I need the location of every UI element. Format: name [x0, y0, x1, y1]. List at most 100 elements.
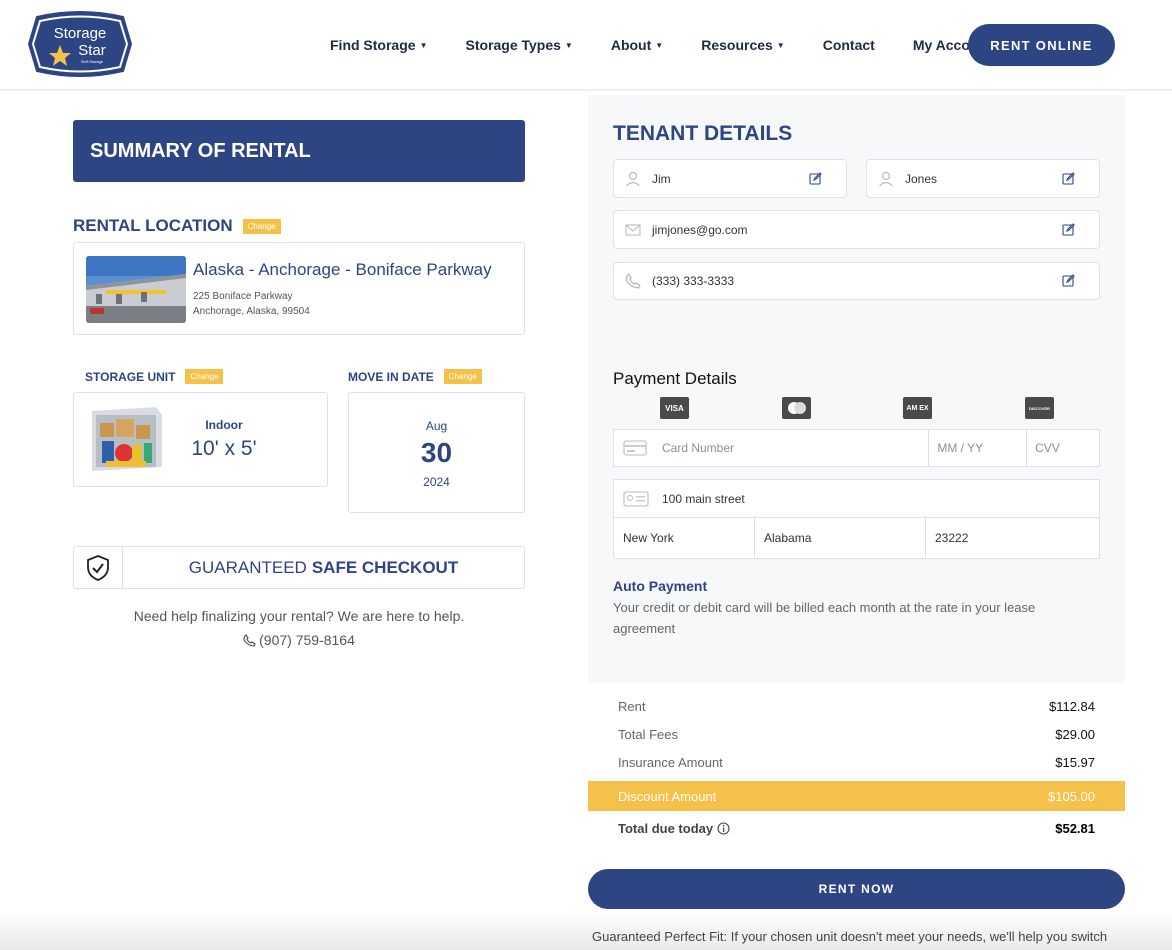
- city-state-zip-row: New York Alabama 23222: [613, 517, 1100, 559]
- discover-icon: DISCOVER: [1025, 397, 1054, 419]
- storage-star-logo[interactable]: Storage Star Self-Storage: [27, 11, 133, 78]
- fees-label: Total Fees: [618, 726, 678, 742]
- expiry-placeholder: MM / YY: [937, 441, 984, 455]
- rent-now-button[interactable]: RENT NOW: [588, 869, 1125, 909]
- rent-label: Rent: [618, 698, 646, 714]
- safe-checkout-text: GUARANTEED SAFE CHECKOUT: [188, 557, 459, 577]
- nav-resources[interactable]: Resources ▼: [701, 37, 785, 53]
- phone-field[interactable]: (333) 333-3333: [613, 262, 1100, 300]
- move-in-date-heading: MOVE IN DATE Change: [348, 369, 482, 384]
- first-name-field[interactable]: Jim: [613, 159, 847, 198]
- storage-unit-card: Indoor 10' x 5': [73, 392, 328, 487]
- total-label: Total due today: [618, 821, 730, 836]
- move-in-date-card: Aug 30 2024: [348, 392, 525, 513]
- location-address: 225 Boniface Parkway Anchorage, Alaska, …: [193, 289, 310, 319]
- last-name-field[interactable]: Jones: [866, 159, 1100, 198]
- fees-row: Total Fees $29.00: [588, 720, 1125, 748]
- move-in-year: 2024: [423, 475, 450, 489]
- tenant-details-title: TENANT DETAILS: [613, 122, 793, 145]
- phone-icon: [624, 272, 642, 290]
- user-icon: [877, 170, 895, 188]
- caret-down-icon: ▼: [655, 40, 664, 50]
- edit-icon[interactable]: [809, 171, 822, 190]
- edit-icon[interactable]: [1062, 274, 1075, 292]
- caret-down-icon: ▼: [419, 40, 428, 50]
- amex-icon: AM EX: [903, 397, 932, 419]
- nav-about[interactable]: About ▼: [611, 37, 663, 53]
- change-unit-button[interactable]: Change: [185, 369, 224, 384]
- unit-size: 10' x 5': [191, 437, 257, 460]
- auto-payment-text: Your credit or debit card will be billed…: [613, 600, 1036, 636]
- move-in-day: 30: [420, 437, 453, 468]
- street-address-input[interactable]: 100 main street: [613, 479, 1100, 518]
- insurance-label: Insurance Amount: [618, 754, 723, 770]
- envelope-icon: [624, 221, 642, 239]
- rent-online-button[interactable]: RENT ONLINE: [968, 24, 1115, 66]
- phone-icon: [243, 633, 256, 647]
- discount-value: $105.00: [1048, 788, 1095, 804]
- card-number-input[interactable]: Card Number: [614, 430, 930, 466]
- unit-type: Indoor: [205, 418, 243, 432]
- caret-down-icon: ▼: [564, 40, 573, 50]
- guarantee-text: Guaranteed Perfect Fit: If your chosen u…: [592, 929, 1108, 944]
- site-header: Storage Star Self-Storage Find Storage ▼ …: [0, 0, 1172, 90]
- total-value: $52.81: [1055, 820, 1095, 836]
- cvv-input[interactable]: CVV: [1027, 430, 1099, 466]
- nav-storage-types[interactable]: Storage Types ▼: [465, 37, 572, 53]
- email-field[interactable]: jimjones@go.com: [613, 210, 1100, 249]
- nav-contact[interactable]: Contact: [823, 37, 875, 53]
- storage-unit-image: [86, 405, 164, 473]
- main-nav: Find Storage ▼ Storage Types ▼ About ▼ Reso…: [330, 0, 1030, 90]
- auto-payment-title: Auto Payment: [613, 578, 708, 594]
- insurance-row: Insurance Amount $15.97: [588, 748, 1125, 776]
- zip-input[interactable]: 23222: [926, 518, 1099, 558]
- state-value: Alabama: [764, 531, 812, 545]
- discount-row: Discount Amount $105.00: [588, 781, 1125, 811]
- visa-icon: VISA: [660, 397, 689, 419]
- svg-text:Storage: Storage: [54, 25, 107, 42]
- summary-title: SUMMARY OF RENTAL: [73, 120, 525, 182]
- shield-check-icon: [74, 547, 123, 588]
- location-card: Alaska - Anchorage - Boniface Parkway 22…: [73, 242, 525, 335]
- user-icon: [624, 170, 642, 188]
- zip-value: 23222: [935, 531, 969, 545]
- rent-row: Rent $112.84: [588, 692, 1125, 720]
- rental-location-heading: RENTAL LOCATION Change: [73, 216, 281, 236]
- card-input-row: Card Number MM / YY CVV: [613, 429, 1100, 467]
- move-in-month: Aug: [425, 419, 448, 433]
- street-value: 100 main street: [662, 491, 745, 506]
- insurance-value: $15.97: [1055, 754, 1095, 770]
- id-card-icon: [623, 490, 649, 507]
- address-line-1: 225 Boniface Parkway: [193, 291, 293, 302]
- rent-value: $112.84: [1048, 698, 1095, 714]
- svg-text:Star: Star: [78, 42, 106, 59]
- svg-text:Self-Storage: Self-Storage: [81, 59, 104, 64]
- change-location-button[interactable]: Change: [242, 218, 281, 234]
- help-phone-link[interactable]: (907) 759-8164: [73, 632, 525, 648]
- info-icon[interactable]: [717, 821, 730, 835]
- credit-card-icon: [623, 440, 647, 456]
- city-value: New York: [623, 531, 674, 545]
- safe-checkout-banner: GUARANTEED SAFE CHECKOUT: [73, 546, 525, 589]
- change-date-button[interactable]: Change: [443, 369, 482, 384]
- fees-value: $29.00: [1055, 726, 1095, 742]
- discount-label: Discount Amount: [618, 788, 717, 804]
- edit-icon[interactable]: [1062, 171, 1075, 190]
- email-value: jimjones@go.com: [652, 222, 748, 237]
- state-select[interactable]: Alabama: [755, 518, 926, 558]
- caret-down-icon: ▼: [776, 40, 785, 50]
- help-text: Need help finalizing your rental? We are…: [133, 608, 465, 624]
- cvv-placeholder: CVV: [1035, 441, 1060, 455]
- total-row: Total due today $52.81: [588, 814, 1125, 842]
- expiry-input[interactable]: MM / YY: [929, 430, 1028, 466]
- edit-icon[interactable]: [1062, 222, 1075, 241]
- mastercard-icon: [782, 397, 811, 419]
- address-line-2: Anchorage, Alaska, 99504: [193, 306, 310, 317]
- city-input[interactable]: New York: [614, 518, 755, 558]
- location-name: Alaska - Anchorage - Boniface Parkway: [193, 260, 492, 279]
- nav-find-storage[interactable]: Find Storage ▼: [330, 37, 427, 53]
- storage-unit-heading: STORAGE UNIT Change: [85, 369, 224, 384]
- card-number-placeholder: Card Number: [662, 441, 735, 455]
- last-name-value: Jones: [905, 171, 938, 186]
- phone-value: (333) 333-3333: [652, 274, 735, 288]
